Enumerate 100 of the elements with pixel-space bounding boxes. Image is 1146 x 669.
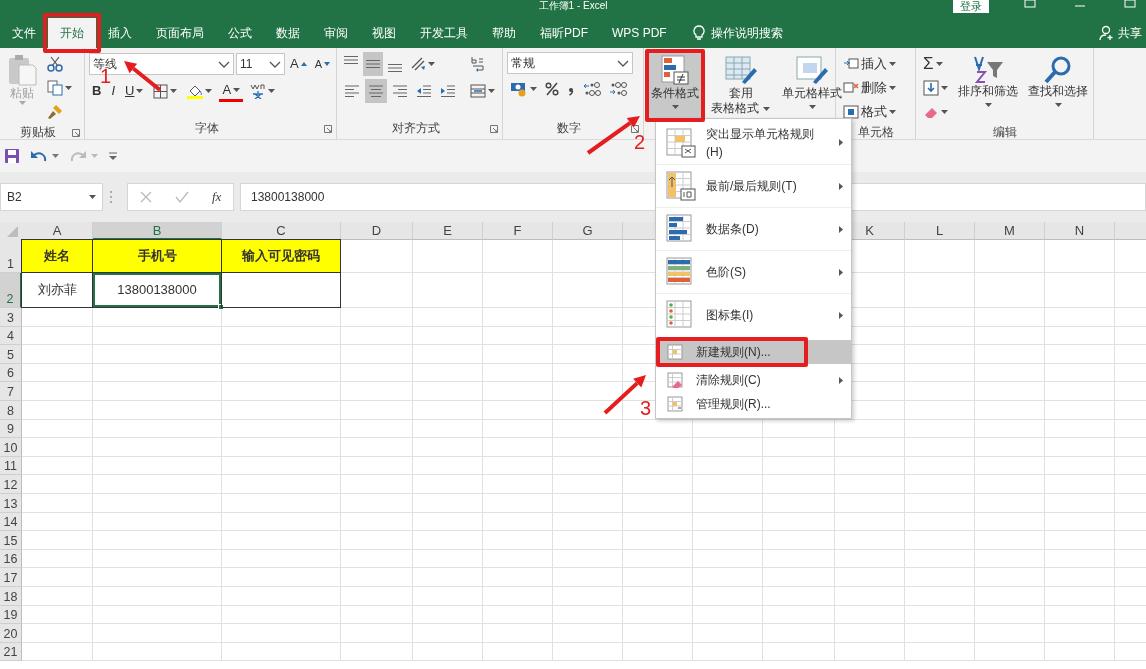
- menu-item[interactable]: 最前/最后规则(T): [656, 164, 851, 207]
- row-header[interactable]: 20: [0, 624, 22, 643]
- ribbon-tab[interactable]: 审阅: [312, 18, 360, 48]
- new-rule-icon: [667, 344, 683, 360]
- column-header[interactable]: D: [341, 222, 413, 240]
- row-header[interactable]: 3: [0, 308, 22, 327]
- window-title: 工作簿1 - Excel: [538, 0, 608, 13]
- indent-icon: [416, 83, 432, 99]
- enter-icon[interactable]: [174, 191, 189, 203]
- row-header[interactable]: 17: [0, 568, 22, 587]
- row-header[interactable]: 2: [0, 273, 22, 308]
- find-select-button[interactable]: 查找和选择: [1025, 52, 1091, 124]
- ribbon-tab[interactable]: WPS PDF: [600, 18, 679, 48]
- format-cells-button[interactable]: 格式: [840, 100, 899, 124]
- select-all-icon[interactable]: [0, 222, 22, 240]
- menu-item[interactable]: 管理规则(R)...: [659, 392, 851, 416]
- undo-icon[interactable]: [30, 149, 48, 163]
- align-button[interactable]: [363, 52, 383, 76]
- underline-button[interactable]: U: [122, 79, 147, 103]
- column-header[interactable]: M: [975, 222, 1045, 240]
- number-format-field[interactable]: 常规: [507, 52, 633, 74]
- font-color-button[interactable]: A: [219, 80, 244, 102]
- phonetic-guide-icon: [250, 83, 267, 99]
- step-number: 2: [634, 132, 646, 152]
- column-header[interactable]: F: [483, 222, 553, 240]
- column-header[interactable]: L: [905, 222, 975, 240]
- maximize-icon[interactable]: [1124, 0, 1136, 8]
- row-header[interactable]: 15: [0, 531, 22, 550]
- column-header[interactable]: E: [413, 222, 483, 240]
- ribbon-tab[interactable]: 福昕PDF: [528, 18, 600, 48]
- column-header[interactable]: N: [1045, 222, 1115, 240]
- dialog-launcher-icon[interactable]: [72, 128, 80, 137]
- money-icon: [510, 81, 528, 97]
- share-button[interactable]: 共享: [1093, 18, 1146, 48]
- row-header[interactable]: 10: [0, 438, 22, 457]
- header-cell[interactable]: 输入可见密码: [221, 239, 341, 273]
- menu-item[interactable]: 图标集(I): [656, 293, 851, 336]
- redo-icon[interactable]: [69, 149, 87, 163]
- login-button[interactable]: 登录: [953, 0, 989, 13]
- dialog-launcher-icon[interactable]: [631, 125, 639, 133]
- search-field[interactable]: 操作说明搜索: [710, 24, 783, 42]
- ribbon-tab[interactable]: 开发工具: [408, 18, 480, 48]
- caret-icon: [984, 103, 992, 107]
- ribbon-tab[interactable]: 开始: [48, 18, 96, 48]
- column-header[interactable]: G: [553, 222, 623, 240]
- conditional-formatting-button[interactable]: 条件格式: [648, 52, 702, 119]
- cancel-icon[interactable]: [139, 191, 152, 203]
- ribbon-display-icon[interactable]: [1024, 0, 1036, 8]
- caret-icon: [205, 89, 213, 93]
- save-icon[interactable]: [4, 148, 20, 164]
- step-number: 3: [640, 398, 652, 418]
- table-cell[interactable]: 刘亦菲: [21, 272, 93, 308]
- ribbon-tab[interactable]: 公式: [216, 18, 264, 48]
- row-header[interactable]: 12: [0, 475, 22, 494]
- insert-function-button[interactable]: fx: [212, 187, 222, 207]
- menu-item[interactable]: 色阶(S): [656, 250, 851, 293]
- caret-icon: [428, 62, 435, 66]
- ribbon-tab[interactable]: 插入: [96, 18, 144, 48]
- caret-icon: [889, 86, 896, 90]
- row-header[interactable]: 1: [0, 240, 22, 273]
- column-header[interactable]: B: [93, 222, 222, 240]
- customize-toolbar-icon[interactable]: [108, 151, 118, 161]
- ribbon-tab[interactable]: 页面布局: [144, 18, 216, 48]
- row-header[interactable]: 7: [0, 382, 22, 401]
- ribbon-tab[interactable]: 文件: [0, 18, 48, 48]
- font-size-field[interactable]: 11: [236, 53, 285, 75]
- group-label: 字体: [193, 121, 220, 137]
- caret-icon: [530, 87, 537, 91]
- row-header[interactable]: 5: [0, 345, 22, 364]
- fill-handle[interactable]: [218, 304, 224, 310]
- triangle-up-icon: [300, 62, 307, 66]
- column-header[interactable]: A: [22, 222, 93, 240]
- align-button[interactable]: [365, 79, 387, 103]
- table-cell[interactable]: [221, 272, 341, 308]
- scissors-icon: [47, 56, 63, 72]
- header-cell[interactable]: 姓名: [21, 239, 93, 273]
- paintbrush-icon: [47, 104, 63, 120]
- menu-item[interactable]: 数据条(D): [656, 207, 851, 250]
- caret-icon: [1054, 103, 1062, 107]
- autosum-button[interactable]: Σ: [920, 52, 951, 76]
- name-box[interactable]: B2: [0, 183, 103, 211]
- menu-item[interactable]: 突出显示单元格规则(H): [656, 121, 851, 164]
- table-cell[interactable]: 13800138000: [92, 272, 222, 308]
- ribbon-tab[interactable]: 视图: [360, 18, 408, 48]
- format-as-table-button[interactable]: 套用 表格格式: [708, 52, 773, 119]
- column-header[interactable]: C: [222, 222, 341, 240]
- decimal-icon: [609, 81, 627, 97]
- dialog-launcher-icon[interactable]: [490, 125, 498, 133]
- sort-filter-button[interactable]: 排序和筛选: [955, 52, 1021, 124]
- shrink-font-button[interactable]: A: [311, 52, 333, 76]
- top-bottom-rules-icon: [666, 171, 696, 201]
- wrap-text-icon: [470, 55, 486, 73]
- grow-font-button[interactable]: A: [287, 52, 310, 76]
- insert-cells-button[interactable]: 插入: [840, 52, 899, 76]
- menu-item[interactable]: 新建规则(N)...: [659, 340, 851, 364]
- menu-item[interactable]: 清除规则(C): [659, 368, 851, 392]
- header-cell[interactable]: 手机号: [92, 239, 222, 273]
- ribbon-tab[interactable]: 数据: [264, 18, 312, 48]
- dialog-launcher-icon[interactable]: [324, 125, 332, 133]
- ribbon-tab[interactable]: 帮助: [480, 18, 528, 48]
